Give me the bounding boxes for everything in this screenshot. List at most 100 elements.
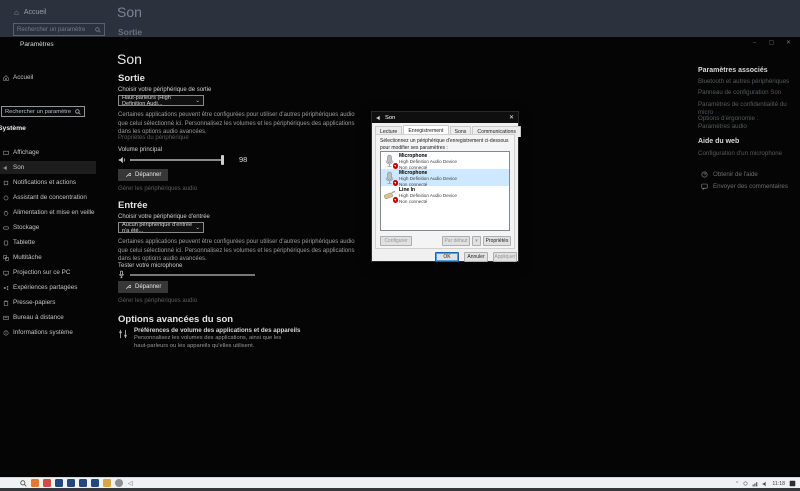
device-row-microphone-1[interactable]: ▾ Microphone High Definition Audio Devic… bbox=[381, 152, 509, 170]
input-section-heading: Entrée bbox=[118, 200, 148, 211]
cancel-button[interactable]: Annuler bbox=[464, 252, 488, 262]
taskbar-app-blue-icon[interactable] bbox=[91, 479, 99, 487]
input-device-select[interactable]: Aucun périphérique d'entrée n'a été... ⌄ bbox=[118, 221, 204, 234]
sidebar-search-input[interactable]: Rechercher un paramètre bbox=[1, 106, 85, 117]
sidebar-item-home[interactable]: Accueil bbox=[0, 71, 96, 84]
taskbar-app-blue-icon[interactable] bbox=[67, 479, 75, 487]
sound-dialog: Son ✕ Lecture Enregistrement Sons Commun… bbox=[371, 111, 521, 262]
dialog-close-icon[interactable]: ✕ bbox=[509, 114, 514, 121]
recording-tab-page: Sélectionnez un périphérique d'enregistr… bbox=[375, 134, 515, 249]
notifications-icon bbox=[3, 180, 9, 186]
input-choose-label: Choisir votre périphérique d'entrée bbox=[118, 214, 210, 220]
taskbar-app-blue-icon[interactable] bbox=[79, 479, 87, 487]
output-description: Certaines applications peuvent être conf… bbox=[118, 112, 355, 136]
taskbar-app-red-icon[interactable] bbox=[43, 479, 51, 487]
recording-device-list: ▾ Microphone High Definition Audio Devic… bbox=[380, 151, 510, 231]
tray-clock[interactable]: 11:18 bbox=[772, 481, 785, 487]
output-device-properties-link[interactable]: Propriétés du périphérique bbox=[118, 135, 189, 141]
search-icon bbox=[95, 26, 101, 33]
power-icon bbox=[3, 210, 9, 216]
focus-assist-icon bbox=[3, 195, 9, 201]
sidebar-item-display[interactable]: Affichage bbox=[0, 146, 96, 159]
window-caption-buttons: – ▢ ✕ bbox=[746, 37, 797, 49]
volume-slider-handle[interactable] bbox=[221, 155, 224, 165]
multitasking-icon bbox=[3, 254, 9, 261]
input-manage-devices-link[interactable]: Gérer les périphériques audio bbox=[118, 298, 197, 304]
send-feedback-link[interactable]: Envoyer des commentaires bbox=[701, 183, 788, 190]
app-volume-icon bbox=[118, 329, 128, 339]
device-row-microphone-2[interactable]: ▾ Microphone High Definition Audio Devic… bbox=[381, 169, 509, 187]
get-help-link[interactable]: Obtenir de l'aide bbox=[701, 171, 758, 178]
web-help-link-mic-setup[interactable]: Configuration d'un microphone bbox=[698, 150, 782, 158]
related-link-bluetooth[interactable]: Bluetooth et autres périphériques bbox=[698, 78, 789, 86]
network-icon[interactable] bbox=[752, 481, 758, 487]
tray-status-icon[interactable] bbox=[743, 481, 748, 486]
sidebar-item-focus-assist[interactable]: Assistant de concentration bbox=[0, 191, 96, 204]
background-home-nav[interactable]: ⌂ Accueil bbox=[14, 8, 46, 17]
disconnected-badge: ▾ bbox=[392, 163, 398, 169]
set-default-button[interactable]: Par défaut bbox=[442, 236, 470, 246]
advanced-section-heading: Options avancées du son bbox=[118, 314, 234, 325]
input-troubleshoot-button[interactable]: Dépanner bbox=[118, 281, 169, 293]
sidebar-section-header: Système bbox=[0, 125, 26, 132]
output-device-select[interactable]: Haut-parleurs (High Definition Audi... ⌄ bbox=[118, 95, 204, 107]
dialog-instruction: Sélectionnez un périphérique d'enregistr… bbox=[380, 138, 509, 151]
ok-button[interactable]: OK bbox=[435, 252, 459, 262]
storage-icon bbox=[3, 225, 9, 231]
speaker-icon bbox=[118, 156, 126, 164]
advanced-volume-preferences[interactable]: Préférences de volume des applications e… bbox=[134, 327, 349, 350]
sidebar-item-power[interactable]: Alimentation et mise en veille bbox=[0, 206, 96, 219]
sidebar-item-about[interactable]: Informations système bbox=[0, 326, 96, 339]
sidebar-item-storage[interactable]: Stockage bbox=[0, 221, 96, 234]
minimize-button[interactable]: – bbox=[746, 37, 763, 49]
mic-level-meter bbox=[130, 274, 255, 276]
device-row-line-in[interactable]: ▾ Line In High Definition Audio Device N… bbox=[381, 186, 509, 204]
taskbar-app-blue-icon[interactable] bbox=[55, 479, 63, 487]
related-link-ease-of-access[interactable]: Options d'ergonomie : Paramètres audio bbox=[698, 115, 788, 132]
taskbar-speaker-icon[interactable]: ◁ bbox=[128, 480, 133, 487]
background-search-input[interactable]: Rechercher un paramètre bbox=[13, 23, 105, 36]
home-icon bbox=[3, 74, 9, 81]
set-default-dropdown-arrow[interactable]: ▾ bbox=[472, 236, 481, 246]
volume-icon[interactable] bbox=[762, 481, 768, 487]
related-link-control-panel-sound[interactable]: Panneau de configuration Son bbox=[698, 89, 781, 97]
output-manage-devices-link[interactable]: Gérer les périphériques audio bbox=[118, 186, 197, 192]
volume-value: 98 bbox=[239, 155, 248, 164]
sidebar-item-tablet[interactable]: Tablette bbox=[0, 236, 96, 249]
sidebar-item-clipboard[interactable]: Presse-papiers bbox=[0, 296, 96, 309]
input-description: Certaines applications peuvent être conf… bbox=[118, 239, 355, 263]
sidebar-item-sound[interactable]: Son bbox=[0, 161, 96, 174]
sidebar-item-notifications[interactable]: Notifications et actions bbox=[0, 176, 96, 189]
disconnected-badge: ▾ bbox=[392, 197, 398, 203]
tablet-icon bbox=[3, 240, 9, 246]
sidebar-search-placeholder: Rechercher un paramètre bbox=[5, 108, 72, 115]
taskbar-search-icon[interactable] bbox=[20, 479, 27, 487]
background-page-title: Son bbox=[117, 4, 142, 20]
sidebar-item-projecting[interactable]: Projection sur ce PC bbox=[0, 266, 96, 279]
tray-chevron-up-icon[interactable]: ⌃ bbox=[735, 481, 739, 487]
background-settings-window: ⌂ Accueil Rechercher un paramètre Son So… bbox=[0, 0, 800, 37]
maximize-button[interactable]: ▢ bbox=[763, 37, 780, 49]
configure-button[interactable]: Configurer bbox=[380, 236, 412, 246]
taskbar-settings-icon[interactable] bbox=[115, 479, 123, 487]
microphone-device-icon: ▾ bbox=[383, 154, 398, 169]
remote-desktop-icon bbox=[3, 315, 9, 321]
output-troubleshoot-button[interactable]: Dépanner bbox=[118, 169, 169, 181]
troubleshoot-icon bbox=[125, 172, 131, 178]
taskbar-app-browser-icon[interactable] bbox=[31, 479, 39, 487]
background-home-label: Accueil bbox=[23, 9, 47, 16]
taskbar-file-explorer-icon[interactable] bbox=[103, 479, 111, 487]
dialog-titlebar[interactable]: Son ✕ bbox=[372, 112, 518, 123]
apply-button[interactable]: Appliquer bbox=[493, 252, 517, 262]
close-button[interactable]: ✕ bbox=[780, 37, 797, 49]
home-icon: ⌂ bbox=[14, 8, 19, 17]
taskbar: ◁ ⌃ 11:18 bbox=[0, 477, 800, 488]
sidebar-item-shared-experiences[interactable]: Expériences partagées bbox=[0, 281, 96, 294]
volume-slider-track[interactable] bbox=[130, 159, 224, 161]
sidebar-item-remote-desktop[interactable]: Bureau à distance bbox=[0, 311, 96, 324]
sidebar-item-multitasking[interactable]: Multitâche bbox=[0, 251, 96, 264]
background-search-placeholder: Rechercher un paramètre bbox=[17, 26, 86, 33]
action-center-icon[interactable] bbox=[789, 480, 796, 487]
properties-button[interactable]: Propriétés bbox=[483, 236, 511, 246]
input-device-value: Aucun périphérique d'entrée n'a été... bbox=[122, 221, 193, 234]
